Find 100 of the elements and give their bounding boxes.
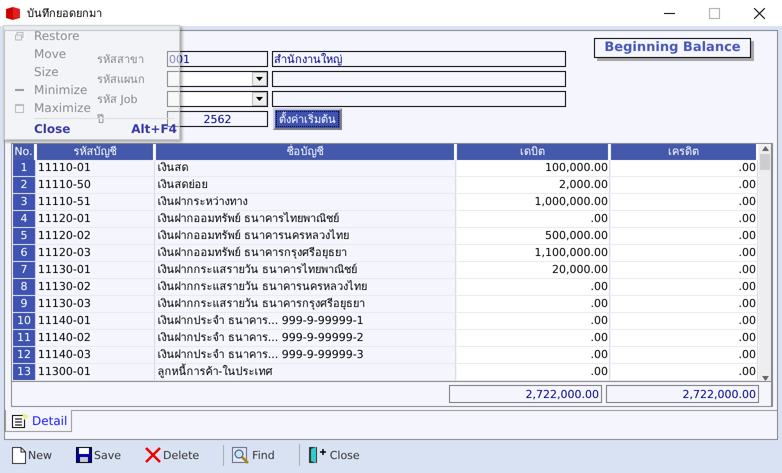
toolbar-button[interactable]: Delete [141,444,204,466]
table-cell: .00 [456,313,610,330]
row-number: 3 [13,194,36,211]
row-number: 10 [13,313,36,330]
description-field[interactable] [272,71,566,87]
table-cell: 11120-02 [36,228,156,245]
row-number: 7 [13,262,36,279]
table-cell: .00 [610,160,758,177]
scrollbar[interactable] [759,146,771,381]
close-icon[interactable] [754,8,765,18]
total-debit-field[interactable]: 2,722,000.00 [449,385,602,403]
table-cell: เงินฝากกระแสรายวัน ธนาคารกรุงศรีอยุธยา [156,296,456,313]
table-cell: เงินฝากกระแสรายวัน ธนาคารไทยพาณิชย์ [156,262,456,279]
table-cell: .00 [610,330,758,347]
scrollbar-thumb[interactable] [760,154,770,170]
caret-icon [256,97,263,101]
row-number: 11 [13,330,36,347]
row-number: 6 [13,245,36,262]
table-cell: เงินฝากออมทรัพย์ ธนาคารไทยพาณิชย์ [156,211,456,228]
dropdown-button[interactable] [252,92,267,106]
form-icon [12,413,29,428]
table-cell: 11130-02 [36,279,156,296]
table-cell: 11130-01 [36,262,156,279]
dropdown[interactable] [167,91,268,107]
table-cell: 11130-03 [36,296,156,313]
table-cell: 100,000.00 [456,160,610,177]
dropdown-button[interactable] [252,72,267,86]
total-credit-field[interactable]: 2,722,000.00 [606,385,759,403]
table-cell: .00 [456,296,610,313]
row-number: 5 [13,228,36,245]
window-title: บันทึกยอดยกมา [27,6,103,22]
table-cell: .00 [610,296,758,313]
table-cell: .00 [610,245,758,262]
toolbar-button[interactable]: Save [72,444,126,466]
table-cell: .00 [456,330,610,347]
table-cell: 11140-02 [36,330,156,347]
column-header[interactable]: ชื่อบัญชี [286,145,324,158]
row-number: 1 [13,160,36,177]
table-cell: .00 [610,279,758,296]
row-number: 9 [13,296,36,313]
table-cell: เงินสดย่อย [156,177,456,194]
field-label: รหัสสาขา [97,53,144,66]
down-arrow-icon[interactable] [762,376,768,381]
column-header[interactable]: เครดิต [668,145,699,158]
table-cell: 500,000.00 [456,228,610,245]
menu-item[interactable]: Close [34,122,70,136]
tab[interactable]: Detail [5,410,72,432]
table-cell: .00 [456,347,610,364]
table-cell: 11140-01 [36,313,156,330]
row-number: 8 [13,279,36,296]
set-default-button[interactable]: ตั้งค่าเริ่มต้น [273,108,342,130]
row-number: 4 [13,211,36,228]
table-cell: เงินฝากออมทรัพย์ ธนาคารนครหลวงไทย [156,228,456,245]
restore-icon [14,32,24,40]
table-cell: 11300-01 [36,364,156,381]
table-cell: 2,000.00 [456,177,610,194]
heading-label: Beginning Balance [594,38,751,58]
row-number: 13 [13,364,36,381]
table-cell: 11140-03 [36,347,156,364]
field-label: รหัส Job [97,93,138,106]
folder-icon [6,6,20,20]
row-number: 12 [13,347,36,364]
table-cell: .00 [610,211,758,228]
table-cell: เงินฝากประจำ ธนาคาร... 999-9-99999-3 [156,347,456,364]
door-exit-icon [308,446,328,464]
caret-icon [256,77,263,81]
table-cell: เงินฝากประจำ ธนาคาร... 999-9-99999-2 [156,330,456,347]
table-cell: 1,000,000.00 [456,194,610,211]
description-field[interactable]: สำนักงานใหญ่ [272,51,566,67]
table-cell: 11110-51 [36,194,156,211]
table-cell: .00 [610,194,758,211]
description-field[interactable] [272,91,566,107]
table-cell: .00 [456,279,610,296]
table-cell: เงินฝากระหว่างทาง [156,194,456,211]
up-arrow-icon[interactable] [762,146,768,151]
dropdown[interactable] [167,71,268,87]
toolbar-button[interactable]: Close [304,444,364,466]
table-cell: เงินฝากออมทรัพย์ ธนาคารกรุงศรีอยุธยา [156,245,456,262]
table-cell: เงินสด [156,160,456,177]
magnifier-icon [232,446,250,464]
minimize-icon [14,89,24,91]
table-cell: เงินฝากกระแสรายวัน ธนาคารนครหลวงไทย [156,279,456,296]
table-cell: 11110-50 [36,177,156,194]
table-cell: .00 [456,364,610,381]
toolbar-button[interactable]: New [8,444,56,466]
table-cell: 20,000.00 [456,262,610,279]
table-cell: .00 [610,228,758,245]
table-cell: .00 [610,364,758,381]
table-cell: 11120-01 [36,211,156,228]
row-number: 2 [13,177,36,194]
table-cell: .00 [610,313,758,330]
table-cell: .00 [610,347,758,364]
cross-icon [145,447,162,463]
table-cell: 1,100,000.00 [456,245,610,262]
column-header[interactable]: เดบิต [520,145,545,158]
table-cell: เงินฝากประจำ ธนาคาร... 999-9-99999-1 [156,313,456,330]
field-label: รหัสแผนก [97,73,145,86]
maximize-icon [14,104,24,112]
document-icon [12,446,26,464]
toolbar-button[interactable]: Find [228,444,279,466]
